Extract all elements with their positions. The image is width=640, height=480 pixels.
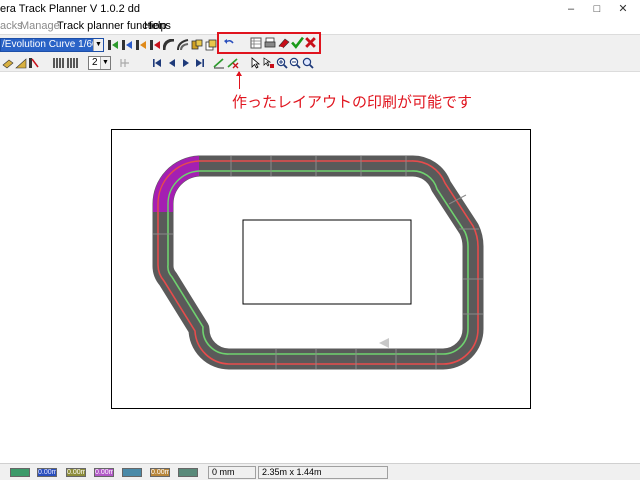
print-preview-icon[interactable] [264,37,276,49]
curve-icon[interactable] [163,39,175,51]
border-icon[interactable] [66,57,78,69]
track-length: 0 mm [208,466,256,479]
copy-icon[interactable] [205,39,217,51]
reverse-track-icon[interactable] [121,39,133,51]
grid-icon [120,59,129,67]
measure-delete-icon[interactable] [227,57,239,69]
minimize-button[interactable]: – [562,1,580,17]
menu-help[interactable]: Help [144,20,167,32]
undo-icon[interactable] [223,37,235,49]
zoom-out-icon[interactable] [289,57,301,69]
direction-arrow-icon [379,338,389,348]
annotation-text: 作ったレイアウトの印刷が可能です [232,93,473,111]
cancel-icon[interactable] [304,36,317,49]
toolbar-secondary: 2 ▼ [0,54,640,72]
menu-manage[interactable]: Manage [20,20,60,32]
pan-icon[interactable] [263,57,275,69]
lane-count-value: 2 [92,57,98,68]
prev-icon[interactable] [166,57,178,69]
inner-area [242,219,412,305]
list-icon[interactable] [250,37,262,49]
chevron-down-icon: ▼ [93,39,103,51]
print-icon[interactable] [278,37,290,49]
title-bar: era Track Planner V 1.0.2 dd – □ ✕ [0,0,640,18]
lane-count-select[interactable]: 2 ▼ [88,56,111,70]
status-bar: 0.00m 0.00m 0.00m 0.00m 0 mm 2.35m x 1.4… [0,463,640,480]
zoom-fit-icon[interactable] [302,57,314,69]
last-icon[interactable] [194,57,206,69]
selected-track-piece [152,156,199,212]
track-type-select[interactable]: /Evolution Curve 1/60- ▼ [0,38,104,52]
lane-swatch-5 [122,468,142,477]
barrier-icon[interactable] [52,57,64,69]
flip-track-icon[interactable] [135,39,147,51]
ramp-icon[interactable] [15,57,27,69]
delete-track-icon[interactable] [149,39,161,51]
marker-icon[interactable] [28,57,40,69]
confirm-icon[interactable] [291,36,304,49]
maximize-button[interactable]: □ [588,1,606,17]
window-title: era Track Planner V 1.0.2 dd [0,3,141,15]
next-icon[interactable] [180,57,192,69]
lane-swatch-2: 0.00m [37,468,57,477]
annotation-arrow [236,71,242,89]
add-track-icon[interactable] [107,39,119,51]
lane-swatch-3: 0.00m [66,468,86,477]
lane-swatch-1 [10,468,30,477]
zoom-in-icon[interactable] [276,57,288,69]
measure-icon[interactable] [213,57,225,69]
track-piece-icon[interactable] [2,57,14,69]
first-icon[interactable] [151,57,163,69]
chevron-down-icon: ▼ [100,57,110,69]
pointer-icon[interactable] [250,57,262,69]
track-layout[interactable] [111,129,531,409]
lane-swatch-4: 0.00m [94,468,114,477]
lane-swatch-6: 0.00m [150,468,170,477]
track-type-value: /Evolution Curve 1/60- [2,39,101,50]
lane-change-icon[interactable] [177,39,189,51]
lane-swatch-7 [178,468,198,477]
rotate-icon[interactable] [191,39,203,51]
layout-size: 2.35m x 1.44m [258,466,388,479]
close-button[interactable]: ✕ [614,1,632,17]
